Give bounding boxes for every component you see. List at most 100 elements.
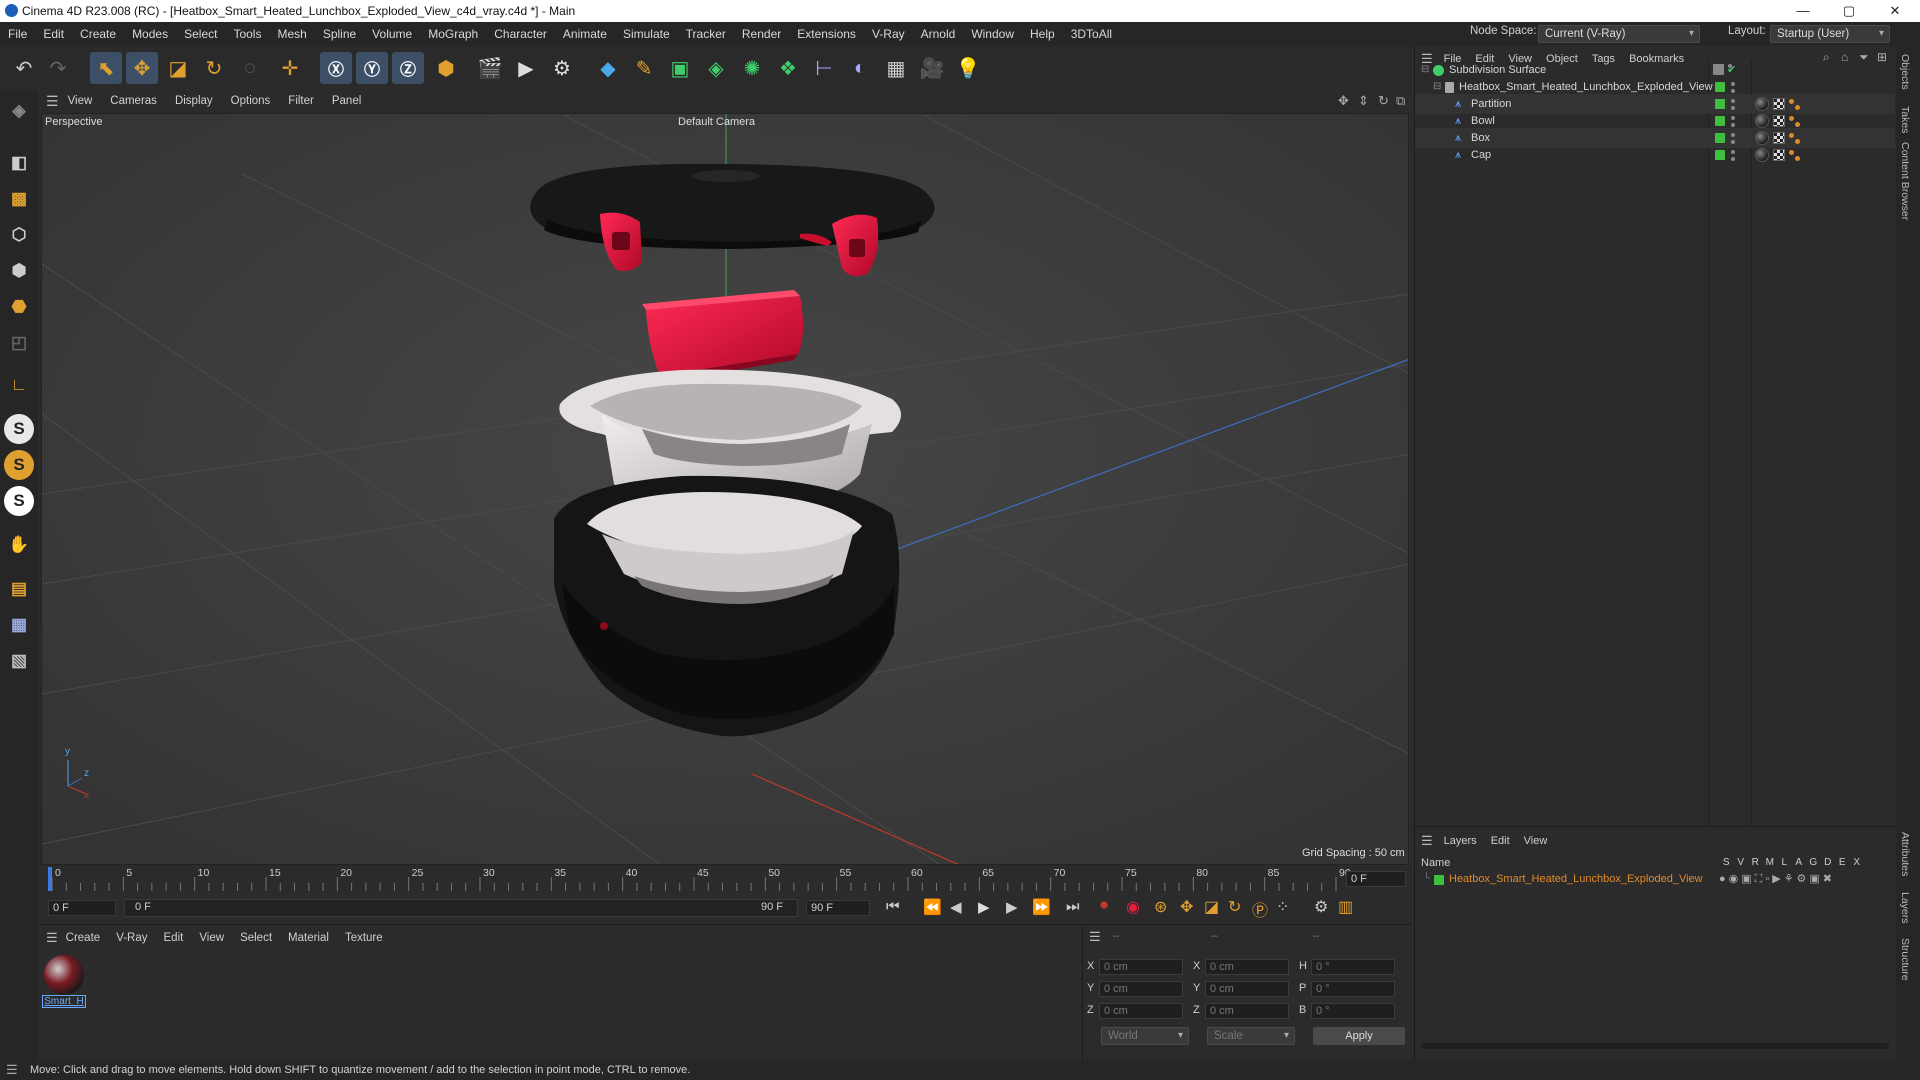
layer-scrollbar[interactable] [1421,1043,1889,1049]
play-icon[interactable]: ▶ [978,898,990,916]
layer-color-square[interactable] [1715,150,1725,160]
points-mode-icon[interactable]: ⬡ [4,220,34,250]
tag-dot-icon[interactable] [1795,156,1800,161]
menu-tracker[interactable]: Tracker [678,27,734,41]
rot-p-field[interactable]: 0 ° [1311,981,1395,997]
layout-dropdown[interactable]: Startup (User) [1770,25,1890,43]
key-position-icon[interactable]: ✥ [1180,897,1193,917]
start-frame-field[interactable]: 0 F [48,900,116,916]
material-tag-icon[interactable] [1755,131,1769,145]
visibility-editor-dot[interactable] [1731,150,1735,154]
extrude-icon[interactable]: ◈ [700,52,732,84]
minimize-button[interactable]: — [1780,0,1826,22]
light-icon[interactable]: 💡 [952,52,984,84]
material-tag-icon[interactable] [1755,148,1769,162]
rotate-tool-icon[interactable]: ↻ [198,52,230,84]
menu-vray[interactable]: V-Ray [864,27,913,41]
select-tool-icon[interactable]: ⬉ [90,52,122,84]
viewport-rotate-icon[interactable]: ↻ [1378,93,1389,109]
visibility-editor-dot[interactable] [1731,133,1735,137]
subdivision-icon[interactable]: ▣ [664,52,696,84]
size-x-field[interactable]: 0 cm [1205,959,1289,975]
key-pla-icon[interactable]: ⁘ [1276,897,1289,917]
menu-edit[interactable]: Edit [35,27,72,41]
prev-key-icon[interactable]: ⏪ [923,898,942,916]
layer-name[interactable]: Heatbox_Smart_Heated_Lunchbox_Exploded_V… [1449,873,1703,885]
snap-3d-icon[interactable]: S [4,486,34,516]
viewport-maximize-icon[interactable]: ⧉ [1396,93,1405,109]
key-param-icon[interactable]: Ⓟ [1252,897,1268,921]
layer-menu-icon[interactable]: ☰ [1421,833,1433,849]
material-tag-icon[interactable] [1755,114,1769,128]
menu-help[interactable]: Help [1022,27,1063,41]
tab-takes[interactable]: Takes [1899,106,1911,133]
viewport-menu-icon[interactable]: ☰ [46,93,59,110]
layer-color-square[interactable] [1715,82,1725,92]
key-rotation-icon[interactable]: ↻ [1228,897,1241,917]
tab-content-browser[interactable]: Content Browser [1899,142,1911,220]
tag-dot-icon[interactable] [1789,99,1794,104]
menu-mesh[interactable]: Mesh [269,27,314,41]
uvw-tag-icon[interactable] [1773,115,1785,127]
tab-attributes[interactable]: Attributes [1899,832,1911,876]
snap-icon[interactable]: S [4,414,34,444]
status-menu-icon[interactable]: ☰ [6,1060,18,1080]
vp-menu-options[interactable]: Options [222,95,280,107]
end-frame-field[interactable]: 90 F [806,900,870,916]
vp-menu-view[interactable]: View [59,95,102,107]
auto-key-icon[interactable]: ◉ [1126,897,1140,917]
layer-flag-icons[interactable]: ●◉▣⛶▫▶⚘⚙▣✖ [1719,872,1835,886]
node-space-dropdown[interactable]: Current (V-Ray) [1538,25,1700,43]
tab-structure[interactable]: Structure [1899,938,1911,981]
uv-mode-icon[interactable]: ◰ [4,328,34,358]
uvw-tag-icon[interactable] [1773,98,1785,110]
size-z-field[interactable]: 0 cm [1205,1003,1289,1019]
workplane-icon[interactable]: ▤ [4,574,34,604]
next-key-icon[interactable]: ⏩ [1032,898,1051,916]
mat-menu-edit[interactable]: Edit [156,932,192,944]
live-selection-icon[interactable]: ◌ [234,52,266,84]
uvw-tag-icon[interactable] [1773,132,1785,144]
menu-simulate[interactable]: Simulate [615,27,678,41]
render-settings-icon[interactable]: ⚙ [546,52,578,84]
visibility-editor-dot[interactable] [1731,99,1735,103]
y-axis-lock-icon[interactable]: Ⓨ [356,52,388,84]
visibility-editor-dot[interactable] [1731,116,1735,120]
tag-dot-icon[interactable] [1795,105,1800,110]
render-view-icon[interactable]: ▶ [510,52,542,84]
material-menu-icon[interactable]: ☰ [46,930,58,946]
pos-z-field[interactable]: 0 cm [1099,1003,1183,1019]
model-mode-icon[interactable]: ◧ [4,148,34,178]
menu-modes[interactable]: Modes [124,27,176,41]
layer-menu-edit[interactable]: Edit [1484,835,1517,847]
coord-mode-dropdown[interactable]: Scale [1207,1027,1295,1045]
render-region-icon[interactable]: 🎬 [474,52,506,84]
menu-select[interactable]: Select [176,27,225,41]
uvw-tag-icon[interactable] [1773,149,1785,161]
redo-icon[interactable]: ↷ [42,52,74,84]
record-icon[interactable]: ⏺ [1100,897,1108,915]
tab-layers[interactable]: Layers [1899,892,1911,924]
layer-menu-view[interactable]: View [1517,835,1555,847]
edit-object-icon[interactable] [1713,64,1724,75]
move-tool-icon[interactable]: ✥ [126,52,158,84]
timeline-playhead[interactable] [48,867,52,891]
rot-h-field[interactable]: 0 ° [1311,959,1395,975]
mat-menu-create[interactable]: Create [58,932,109,944]
mat-menu-material[interactable]: Material [280,932,337,944]
key-scale-icon[interactable]: ◪ [1204,897,1219,917]
object-row-cap[interactable]: ⩚ Cap [1415,145,1895,165]
coord-system-dropdown[interactable]: World [1101,1027,1189,1045]
vp-menu-cameras[interactable]: Cameras [101,95,166,107]
layer-color-swatch[interactable] [1434,875,1444,885]
menu-file[interactable]: File [0,27,35,41]
visibility-render-dot[interactable] [1731,157,1735,161]
layer-color-square[interactable] [1715,99,1725,109]
timeline-ruler[interactable]: 0 5 10 15 20 25 30 35 40 45 50 55 60 65 70 75 80 85 90 0 F [38,865,1412,893]
tag-dot-icon[interactable] [1789,133,1794,138]
vp-menu-filter[interactable]: Filter [279,95,323,107]
next-frame-icon[interactable]: ▶ [1006,898,1018,916]
frame-range-slider[interactable]: 0 F 90 F [124,899,798,917]
camera-label[interactable]: Default Camera [678,116,755,128]
undo-icon[interactable]: ↶ [8,52,40,84]
